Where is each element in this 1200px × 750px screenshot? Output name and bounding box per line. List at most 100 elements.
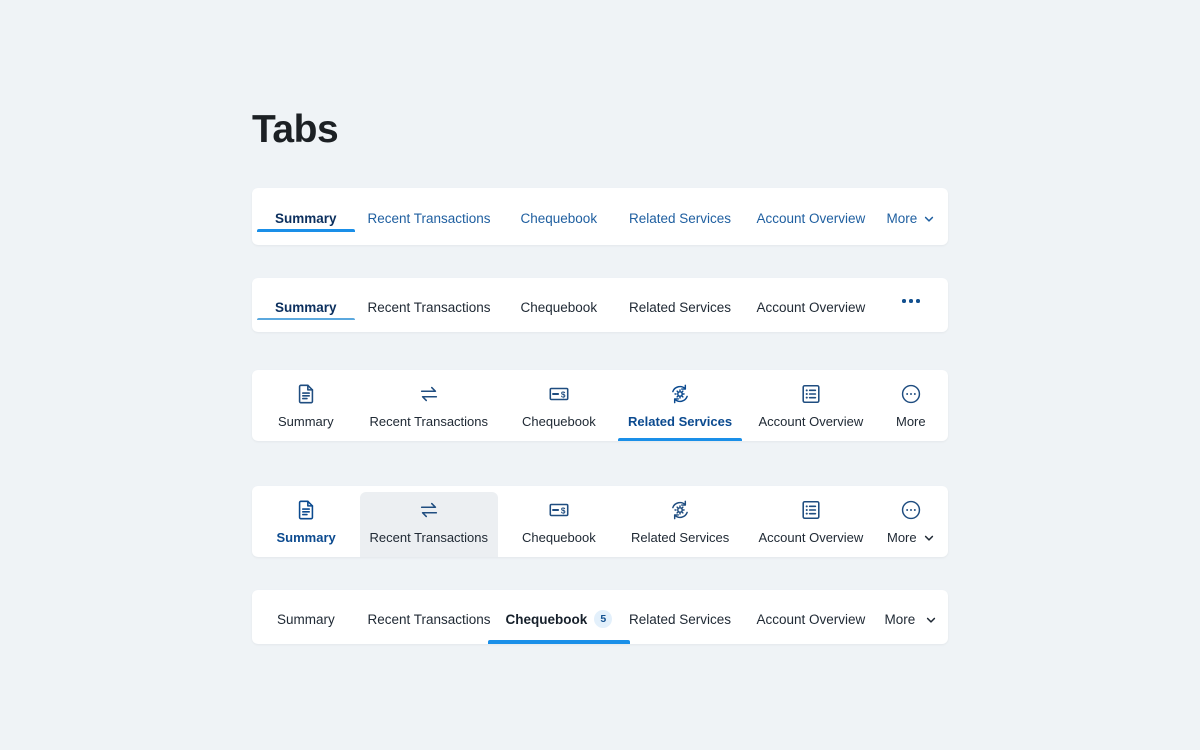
tab-summary[interactable]: Summary bbox=[257, 278, 355, 332]
active-indicator bbox=[512, 438, 606, 441]
tab-label: More bbox=[886, 211, 918, 226]
tab-summary[interactable]: Summary bbox=[257, 188, 355, 245]
svg-text:$: $ bbox=[561, 506, 566, 515]
svg-text:$: $ bbox=[561, 390, 566, 399]
tab-related-services[interactable]: Related Services bbox=[621, 486, 739, 557]
tab-label: Chequebook bbox=[505, 612, 588, 627]
kebab-ellipsis-icon bbox=[902, 299, 920, 303]
tab-label: Account Overview bbox=[756, 612, 866, 627]
tab-account-overview[interactable]: Account Overview bbox=[749, 370, 874, 441]
tab-label: Related Services bbox=[631, 530, 730, 545]
tab-label: Summary bbox=[275, 300, 337, 315]
list-document-icon bbox=[800, 383, 822, 405]
tab-chequebook[interactable]: Chequebook bbox=[503, 278, 616, 332]
tab-more-overflow[interactable]: More bbox=[869, 188, 949, 245]
circle-ellipsis-icon bbox=[900, 499, 922, 521]
active-indicator bbox=[257, 229, 355, 232]
active-indicator bbox=[886, 438, 936, 441]
tab-label: Recent Transactions bbox=[369, 414, 489, 429]
tab-label: Related Services bbox=[629, 612, 732, 627]
tablist: Summary Recent Transactions $ Chequebook bbox=[252, 486, 948, 557]
tab-chequebook[interactable]: $ Chequebook bbox=[512, 486, 606, 557]
tab-account-overview[interactable]: Account Overview bbox=[749, 486, 874, 557]
active-indicator bbox=[512, 554, 606, 557]
active-indicator bbox=[503, 242, 616, 245]
tab-recent-transactions[interactable]: Recent Transactions bbox=[350, 278, 509, 332]
tab-overflow-menu[interactable] bbox=[884, 278, 938, 332]
tab-summary[interactable]: Summary bbox=[267, 486, 346, 557]
tab-summary[interactable]: Summary bbox=[259, 590, 353, 644]
tab-label: Chequebook bbox=[520, 211, 598, 226]
active-indicator bbox=[503, 329, 616, 332]
tab-recent-transactions[interactable]: Recent Transactions bbox=[360, 370, 499, 441]
tab-label: Account Overview bbox=[758, 414, 864, 429]
active-indicator bbox=[877, 554, 945, 557]
tab-related-services[interactable]: Related Services bbox=[611, 278, 749, 332]
tablist: Summary Recent Transactions $ Chequebook bbox=[252, 370, 948, 441]
tabset-badge-tabs: Summary Recent Transactions Chequebook 5… bbox=[252, 590, 948, 644]
tab-more-overflow[interactable]: More bbox=[867, 590, 949, 644]
tab-label: More bbox=[896, 414, 926, 429]
tab-label: Chequebook bbox=[522, 414, 596, 429]
tab-chequebook[interactable]: $ Chequebook bbox=[512, 370, 606, 441]
tablist: Summary Recent Transactions Chequebook R… bbox=[252, 278, 948, 332]
tab-label: Summary bbox=[276, 530, 336, 545]
document-icon bbox=[295, 383, 317, 405]
page-title: Tabs bbox=[252, 108, 339, 151]
tab-label: Related Services bbox=[629, 300, 732, 315]
tab-label: Summary bbox=[275, 211, 337, 226]
active-indicator bbox=[257, 318, 355, 320]
tab-account-overview[interactable]: Account Overview bbox=[739, 188, 884, 245]
tab-chequebook[interactable]: Chequebook bbox=[503, 188, 616, 245]
active-indicator bbox=[267, 554, 346, 557]
active-indicator bbox=[611, 329, 749, 332]
active-indicator bbox=[487, 640, 631, 644]
active-indicator bbox=[739, 641, 884, 644]
active-indicator bbox=[749, 554, 874, 557]
active-indicator bbox=[621, 554, 739, 557]
active-indicator bbox=[259, 641, 353, 644]
tab-chequebook[interactable]: Chequebook 5 bbox=[487, 590, 631, 644]
tab-summary[interactable]: Summary bbox=[268, 370, 344, 441]
active-indicator bbox=[739, 329, 884, 332]
chevron-down-icon bbox=[926, 618, 936, 624]
active-indicator bbox=[611, 242, 749, 245]
page-root: Tabs Summary Recent Transactions Chequeb… bbox=[0, 0, 1200, 750]
tab-label: Recent Transactions bbox=[369, 530, 489, 545]
cheque-dollar-icon: $ bbox=[548, 499, 570, 521]
tabset-icon-tabs: Summary Recent Transactions $ Chequebook bbox=[252, 370, 948, 441]
tabset-dark-tabs: Summary Recent Transactions Chequebook R… bbox=[252, 278, 948, 332]
transfer-arrows-icon bbox=[418, 499, 440, 521]
tab-label: More bbox=[887, 530, 917, 545]
cheque-dollar-icon: $ bbox=[548, 383, 570, 405]
tab-label: Account Overview bbox=[756, 211, 866, 226]
tab-related-services[interactable]: Related Services bbox=[611, 590, 749, 644]
active-indicator bbox=[350, 329, 509, 332]
tab-recent-transactions[interactable]: Recent Transactions bbox=[350, 590, 509, 644]
tab-label: Chequebook bbox=[520, 300, 598, 315]
active-indicator bbox=[611, 641, 749, 644]
document-icon bbox=[295, 499, 317, 521]
tabset-icon-tabs-hover: Summary Recent Transactions $ Chequebook bbox=[252, 486, 948, 557]
tab-label: Account Overview bbox=[756, 300, 866, 315]
tab-more[interactable]: More bbox=[886, 370, 936, 441]
active-indicator bbox=[268, 438, 344, 441]
tab-account-overview[interactable]: Account Overview bbox=[739, 590, 884, 644]
tab-related-services[interactable]: Related Services bbox=[611, 188, 749, 245]
active-indicator bbox=[618, 438, 743, 441]
active-indicator bbox=[867, 641, 949, 644]
active-indicator bbox=[350, 641, 509, 644]
circle-ellipsis-icon bbox=[900, 383, 922, 405]
active-indicator bbox=[749, 438, 874, 441]
tab-account-overview[interactable]: Account Overview bbox=[739, 278, 884, 332]
transfer-arrows-icon bbox=[418, 383, 440, 405]
list-document-icon bbox=[800, 499, 822, 521]
tablist: Summary Recent Transactions Chequebook 5… bbox=[252, 590, 948, 644]
tab-label: Recent Transactions bbox=[367, 612, 491, 627]
tab-recent-transactions[interactable]: Recent Transactions bbox=[359, 492, 499, 557]
tab-recent-transactions[interactable]: Recent Transactions bbox=[350, 188, 509, 245]
tab-more-overflow[interactable]: More bbox=[877, 486, 945, 557]
active-indicator bbox=[739, 242, 884, 245]
tab-related-services[interactable]: Related Services bbox=[618, 370, 743, 441]
active-indicator bbox=[869, 242, 949, 245]
